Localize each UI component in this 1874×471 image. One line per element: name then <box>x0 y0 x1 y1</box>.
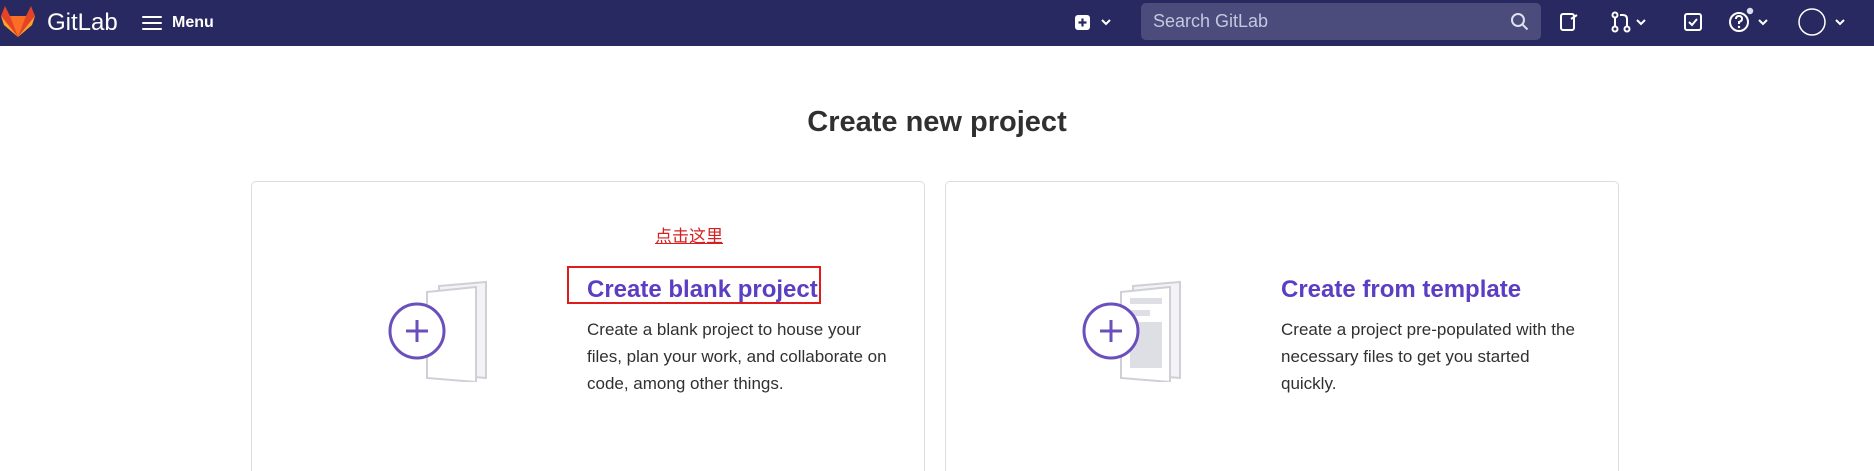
avatar <box>1798 8 1826 36</box>
todo-icon[interactable] <box>1681 10 1705 34</box>
menu-button[interactable]: Menu <box>142 10 214 36</box>
top-navbar: GitLab Menu <box>0 0 1874 46</box>
merge-request-button[interactable] <box>1609 10 1653 34</box>
blank-project-illustration <box>388 280 487 382</box>
menu-label: Menu <box>172 14 214 31</box>
chevron-down-icon <box>1101 19 1111 26</box>
search-input[interactable] <box>1153 3 1493 40</box>
hamburger-icon <box>142 16 162 30</box>
chevron-down-icon <box>1636 19 1646 26</box>
page-title: Create new project <box>807 106 1067 138</box>
create-blank-project-panel[interactable]: Create blank project Create a blank proj… <box>251 181 925 471</box>
user-menu-button[interactable] <box>1797 6 1849 38</box>
annotation-highlight-box <box>567 266 821 304</box>
search-icon <box>1511 13 1529 31</box>
click-here-annotation: 点击这里 <box>655 227 723 247</box>
help-button[interactable] <box>1727 5 1775 35</box>
create-from-template-description: Create a project pre-populated with the … <box>1281 320 1575 393</box>
issues-icon[interactable] <box>1557 10 1581 34</box>
help-icon <box>1729 6 1755 32</box>
gitlab-logo[interactable] <box>0 5 36 39</box>
new-item-button[interactable] <box>1072 12 1116 34</box>
merge-request-icon <box>1611 11 1631 33</box>
create-blank-project-description: Create a blank project to house your fil… <box>587 320 887 393</box>
search-box[interactable] <box>1141 3 1541 40</box>
create-from-template-link[interactable]: Create from template <box>1281 276 1521 304</box>
plus-square-icon <box>1075 15 1090 30</box>
create-from-template-panel[interactable]: Create from template Create a project pr… <box>945 181 1619 471</box>
template-project-illustration <box>1082 280 1181 382</box>
brand-name[interactable]: GitLab <box>47 9 118 37</box>
chevron-down-icon <box>1758 19 1768 26</box>
chevron-down-icon <box>1835 19 1845 26</box>
